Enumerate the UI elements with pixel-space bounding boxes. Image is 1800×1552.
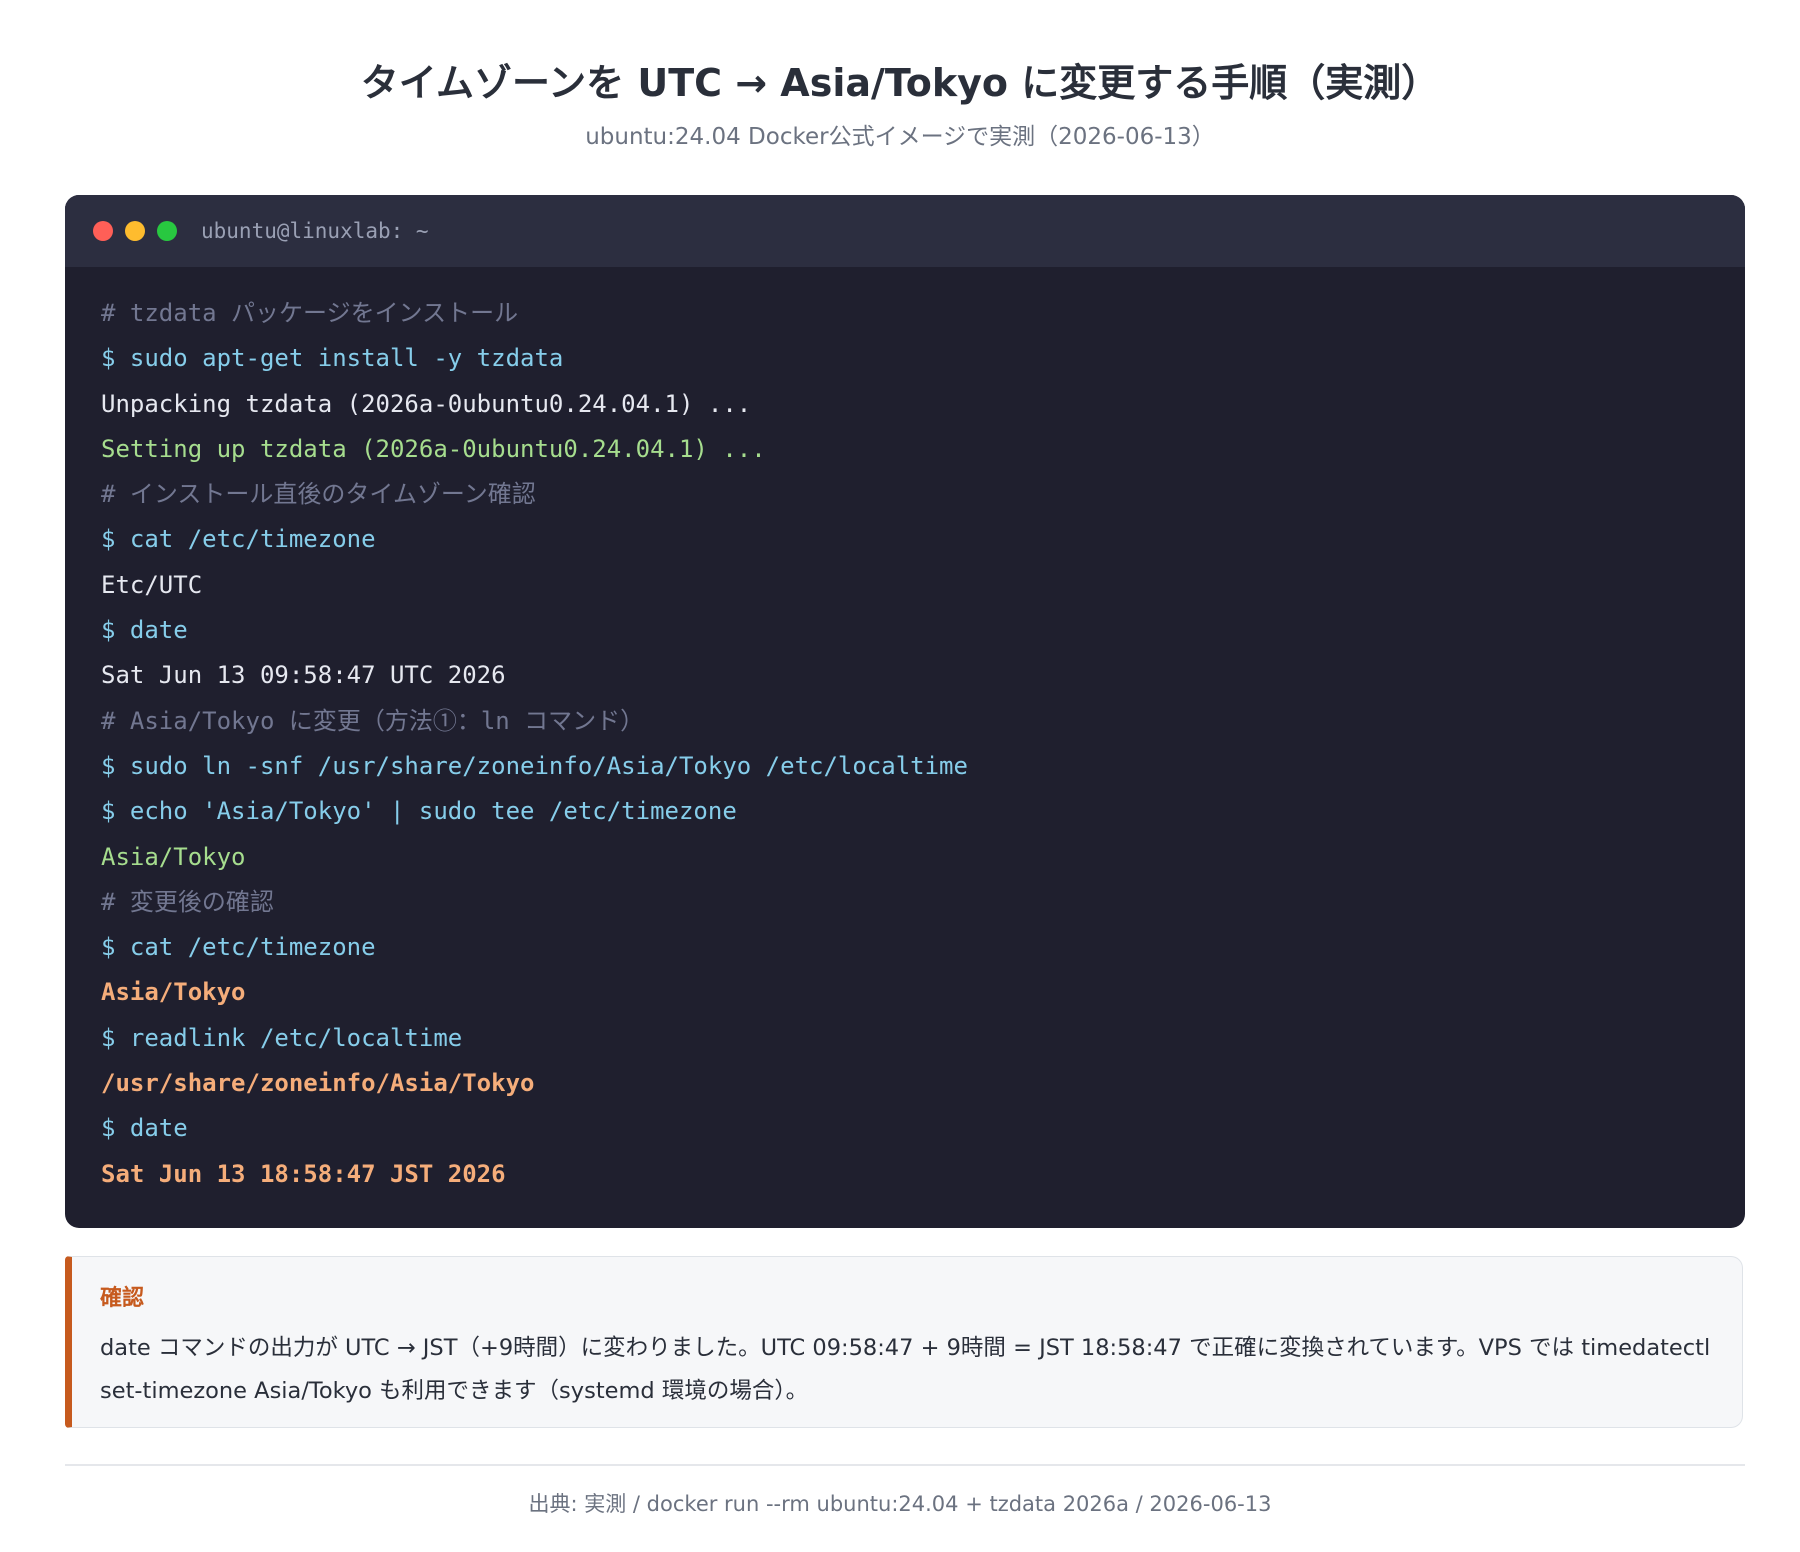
terminal-line: # 変更後の確認: [101, 887, 274, 916]
terminal-line: # インストール直後のタイムゾーン確認: [101, 480, 536, 509]
terminal-line: Setting up tzdata (2026a-0ubuntu0.24.04.…: [101, 434, 766, 463]
terminal-line: Asia/Tokyo: [101, 978, 246, 1007]
terminal-titlebar: ubuntu@linuxlab: ~: [65, 195, 1745, 267]
terminal-line: Sat Jun 13 18:58:47 JST 2026: [101, 1159, 506, 1188]
note-text: date コマンドの出力が UTC → JST（+9時間）に変わりました。UTC…: [100, 1335, 1711, 1404]
terminal-line: $ sudo ln -snf /usr/share/zoneinfo/Asia/…: [101, 751, 968, 780]
terminal-line: $ readlink /etc/localtime: [101, 1023, 463, 1052]
close-dot-icon[interactable]: [93, 221, 113, 241]
page: タイムゾーンを UTC → Asia/Tokyo に変更する手順（実測） ubu…: [0, 0, 1800, 1552]
terminal-line: /usr/share/zoneinfo/Asia/Tokyo: [101, 1069, 535, 1098]
terminal-line: $ date: [101, 616, 188, 645]
maximize-dot-icon[interactable]: [157, 221, 177, 241]
terminal-line: Etc/UTC: [101, 570, 203, 599]
terminal-line: $ cat /etc/timezone: [101, 525, 376, 554]
page-subtitle: ubuntu:24.04 Docker公式イメージで実測（2026-06-13）: [585, 124, 1215, 150]
terminal-line: $ cat /etc/timezone: [101, 933, 376, 962]
note-title: 確認: [100, 1286, 145, 1311]
terminal-line: Unpacking tzdata (2026a-0ubuntu0.24.04.1…: [101, 389, 752, 418]
terminal-line: $ date: [101, 1114, 188, 1143]
terminal-line: # Asia/Tokyo に変更（方法①：ln コマンド）: [101, 706, 645, 735]
terminal-line: Asia/Tokyo: [101, 842, 246, 871]
terminal-line: Sat Jun 13 09:58:47 UTC 2026: [101, 661, 506, 690]
footer-divider: [65, 1464, 1745, 1466]
confirmation-note: 確認 date コマンドの出力が UTC → JST（+9時間）に変わりました。…: [65, 1256, 1743, 1428]
minimize-dot-icon[interactable]: [125, 221, 145, 241]
terminal-line: $ sudo apt-get install -y tzdata: [101, 344, 564, 373]
terminal-title: ubuntu@linuxlab: ~: [201, 219, 429, 243]
terminal-line: # tzdata パッケージをインストール: [101, 299, 519, 327]
terminal-line: $ echo 'Asia/Tokyo' | sudo tee /etc/time…: [101, 797, 737, 826]
terminal-window[interactable]: ubuntu@linuxlab: ~ # tzdata パッケージをインストール…: [65, 195, 1745, 1228]
terminal-output[interactable]: # tzdata パッケージをインストール $ sudo apt-get ins…: [65, 267, 1745, 1197]
footer-source: 出典: 実測 / docker run --rm ubuntu:24.04 + …: [528, 1492, 1272, 1516]
page-title: タイムゾーンを UTC → Asia/Tokyo に変更する手順（実測）: [360, 61, 1440, 105]
